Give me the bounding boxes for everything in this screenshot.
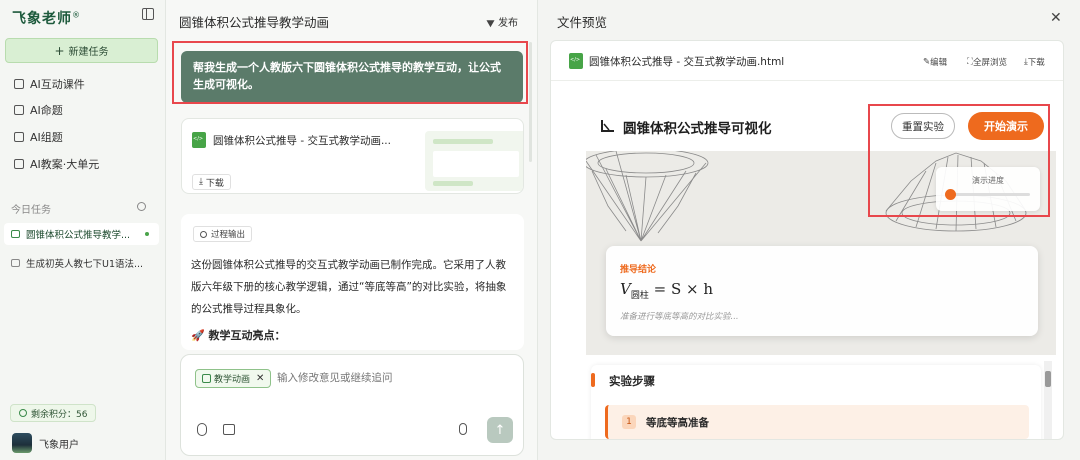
app-logo[interactable]: 飞象老师® [12, 8, 81, 28]
new-task-button[interactable]: + 新建任务 [5, 38, 158, 63]
ruler-triangle-icon [601, 120, 614, 132]
progress-card: 演示进度 [936, 167, 1040, 211]
shield-icon [19, 409, 27, 417]
answer-heading: 🚀 教学互动亮点： [191, 329, 286, 342]
nav-item-lesson-plan[interactable]: AI教案·大单元 [14, 156, 99, 172]
download-button[interactable]: ⤓ 下载 [192, 174, 231, 190]
active-dot [145, 232, 149, 236]
result-card: 推导结论 V圆柱 = S × h 准备进行等底等高的对比实验... [606, 246, 1038, 336]
html-file-icon [192, 132, 206, 148]
steps-card: 实验步骤 1 等底等高准备 [591, 365, 1041, 439]
search-icon[interactable] [137, 202, 146, 211]
html-file-icon [569, 53, 583, 69]
progress-thumb[interactable] [945, 189, 957, 200]
fullscreen-button[interactable]: ⛶ 全屏浏览 [967, 56, 1007, 68]
task-item[interactable]: 生成初英人教七下U1语法... [4, 252, 159, 274]
preview-card: 圆锥体积公式推导 - 交互式教学动画.html ✎编辑 ⛶全屏浏览 ⤓下载 圆锥… [550, 40, 1064, 440]
user-profile[interactable]: 飞象用户 [12, 433, 79, 453]
chat-panel: 圆锥体积公式推导教学动画 发布 帮我生成一个人教版六下圆锥体积公式推导的教学互动… [166, 0, 538, 460]
file-card[interactable]: 圆锥体积公式推导 - 交互式教学动画... ⤓ 下载 [181, 118, 524, 194]
formula: V圆柱 = S × h [620, 280, 714, 301]
reset-button[interactable]: 重置实验 [891, 113, 955, 139]
chat-icon [11, 259, 20, 267]
chat-scrollbar[interactable] [529, 42, 532, 162]
credits-badge: 剩余积分：56 [10, 404, 97, 422]
preview-title: 文件预览 [557, 15, 608, 30]
chat-title: 圆锥体积公式推导教学动画 [179, 15, 330, 30]
plus-icon: + [54, 43, 65, 58]
chat-input-box: 教学动画 ✕ ↑ [180, 354, 524, 456]
microphone-icon[interactable] [459, 423, 467, 435]
answer-text: 这份圆锥体积公式推导的交互式教学动画已制作完成。它采用了人教版六年级下册的核心教… [191, 259, 507, 315]
preview-panel: 文件预览 ✕ 圆锥体积公式推导 - 交互式教学动画.html ✎编辑 ⛶全屏浏览… [538, 0, 1080, 460]
chip-close-icon[interactable]: ✕ [256, 373, 264, 384]
preview-download-button[interactable]: ⤓ 下载 [1024, 56, 1045, 68]
step-number: 1 [622, 415, 636, 429]
edit-button[interactable]: ✎ 编辑 [923, 56, 947, 68]
status-text: 准备进行等底等高的对比实验... [620, 312, 739, 322]
send-icon [486, 16, 497, 27]
progress-label: 演示进度 [972, 176, 1004, 185]
sidebar-toggle-icon[interactable] [142, 8, 154, 20]
courseware-icon [14, 79, 24, 89]
file-name: 圆锥体积公式推导 - 交互式教学动画... [213, 135, 391, 147]
nav-item-courseware[interactable]: AI互动课件 [14, 76, 85, 92]
tag-chip[interactable]: 教学动画 ✕ [195, 369, 272, 388]
steps-accent-bar [591, 373, 595, 387]
arrow-up-icon: ↑ [494, 422, 506, 438]
today-tasks-label: 今日任务 [11, 205, 51, 216]
avatar [12, 433, 32, 453]
step-item[interactable]: 1 等底等高准备 [605, 405, 1029, 439]
skill-icon [202, 374, 211, 383]
progress-slider[interactable] [945, 189, 1030, 200]
process-icon [200, 230, 207, 238]
chat-input[interactable] [277, 372, 497, 384]
nav-item-question[interactable]: AI命题 [14, 102, 63, 118]
lesson-plan-icon [14, 159, 24, 169]
nav-item-paper[interactable]: AI组题 [14, 129, 63, 145]
result-label: 推导结论 [620, 265, 657, 275]
animation-canvas[interactable]: 演示进度 推导结论 V圆柱 = S × h 准备进行等底等高的对比实验... [586, 151, 1056, 355]
chat-icon [11, 230, 20, 238]
question-icon [14, 105, 24, 115]
file-thumbnail [425, 131, 523, 191]
send-button[interactable]: ↑ [487, 417, 513, 443]
publish-button[interactable]: 发布 [486, 14, 518, 29]
task-item-active[interactable]: 圆锥体积公式推导教学... [4, 223, 159, 245]
preview-header: 圆锥体积公式推导 - 交互式教学动画.html ✎编辑 ⛶全屏浏览 ⤓下载 [551, 41, 1063, 81]
assistant-message: 过程输出 这份圆锥体积公式推导的交互式教学动画已制作完成。它采用了人教版六年级下… [181, 214, 524, 350]
paperclip-icon[interactable] [197, 423, 207, 436]
download-icon: ⤓ [199, 177, 206, 187]
steps-title: 实验步骤 [609, 374, 655, 388]
process-output-button[interactable]: 过程输出 [193, 226, 253, 242]
sidebar: 飞象老师® + 新建任务 AI互动课件 AI命题 AI组题 AI教案·大单元 今… [0, 0, 166, 460]
preview-file-name: 圆锥体积公式推导 - 交互式教学动画.html [589, 56, 785, 68]
start-demo-button[interactable]: 开始演示 [968, 112, 1044, 140]
user-message: 帮我生成一个人教版六下圆锥体积公式推导的教学互动，让公式生成可视化。 [181, 51, 523, 103]
page-title: 圆锥体积公式推导可视化 [623, 121, 772, 137]
pencil-icon: ✎ [923, 57, 931, 67]
close-icon[interactable]: ✕ [1050, 10, 1062, 26]
paper-icon [14, 132, 24, 142]
preview-scrollbar[interactable] [1044, 361, 1052, 439]
image-icon[interactable] [223, 424, 235, 435]
embedded-page: 圆锥体积公式推导可视化 重置实验 开始演示 演示进度 推导结论 V圆柱 = S … [586, 99, 1056, 439]
step-label: 等底等高准备 [646, 417, 709, 429]
